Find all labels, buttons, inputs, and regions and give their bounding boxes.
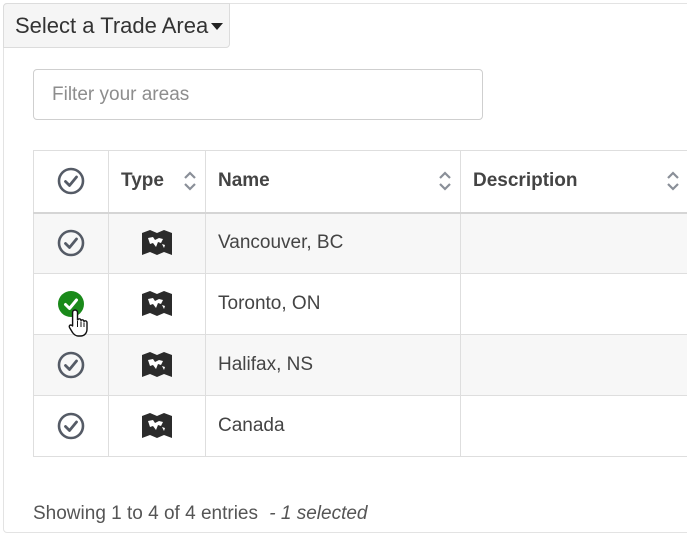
caret-down-icon (211, 23, 223, 30)
table-row[interactable]: Toronto, ON (34, 274, 687, 335)
check-circle-icon[interactable] (57, 229, 85, 257)
row-type-cell (109, 335, 206, 396)
table-row[interactable]: Vancouver, BC (34, 213, 687, 274)
row-description-cell (461, 274, 687, 335)
sort-icon (666, 170, 680, 192)
row-name-cell: Toronto, ON (206, 274, 461, 335)
sort-icon (183, 170, 197, 192)
map-icon (141, 228, 173, 258)
row-description-cell (461, 335, 687, 396)
table-info-footer: Showing 1 to 4 of 4 entries - 1 selected (33, 503, 368, 525)
row-select-cell[interactable] (34, 396, 109, 457)
entries-count-text: Showing 1 to 4 of 4 entries (33, 503, 258, 524)
row-description-cell (461, 396, 687, 457)
trade-area-dropdown-label: Select a Trade Area (15, 13, 208, 39)
column-header-name[interactable]: Name (206, 151, 461, 213)
row-type-cell (109, 396, 206, 457)
sort-icon (438, 170, 452, 192)
areas-table: Type Name Description (33, 150, 687, 457)
select-all-header[interactable] (34, 151, 109, 213)
row-name-cell: Vancouver, BC (206, 213, 461, 274)
table-row[interactable]: Halifax, NS (34, 335, 687, 396)
selected-count-text: - 1 selected (269, 503, 367, 524)
column-header-label: Type (121, 170, 164, 191)
row-select-cell[interactable] (34, 213, 109, 274)
check-circle-icon[interactable] (57, 412, 85, 440)
trade-area-dropdown[interactable]: Select a Trade Area (3, 3, 230, 48)
table-row[interactable]: Canada (34, 396, 687, 457)
row-name-cell: Canada (206, 396, 461, 457)
row-name-cell: Halifax, NS (206, 335, 461, 396)
column-header-label: Description (473, 170, 578, 191)
row-type-cell (109, 213, 206, 274)
column-header-description[interactable]: Description (461, 151, 687, 213)
check-circle-icon (57, 167, 85, 195)
row-type-cell (109, 274, 206, 335)
row-select-cell[interactable] (34, 335, 109, 396)
filter-areas-input[interactable] (33, 69, 483, 120)
check-circle-icon[interactable] (57, 351, 85, 379)
map-icon (141, 411, 173, 441)
column-header-label: Name (218, 170, 270, 191)
map-icon (141, 289, 173, 319)
row-description-cell (461, 213, 687, 274)
hand-pointer-icon (68, 308, 90, 338)
table-header-row: Type Name Description (34, 151, 687, 213)
map-icon (141, 350, 173, 380)
column-header-type[interactable]: Type (109, 151, 206, 213)
